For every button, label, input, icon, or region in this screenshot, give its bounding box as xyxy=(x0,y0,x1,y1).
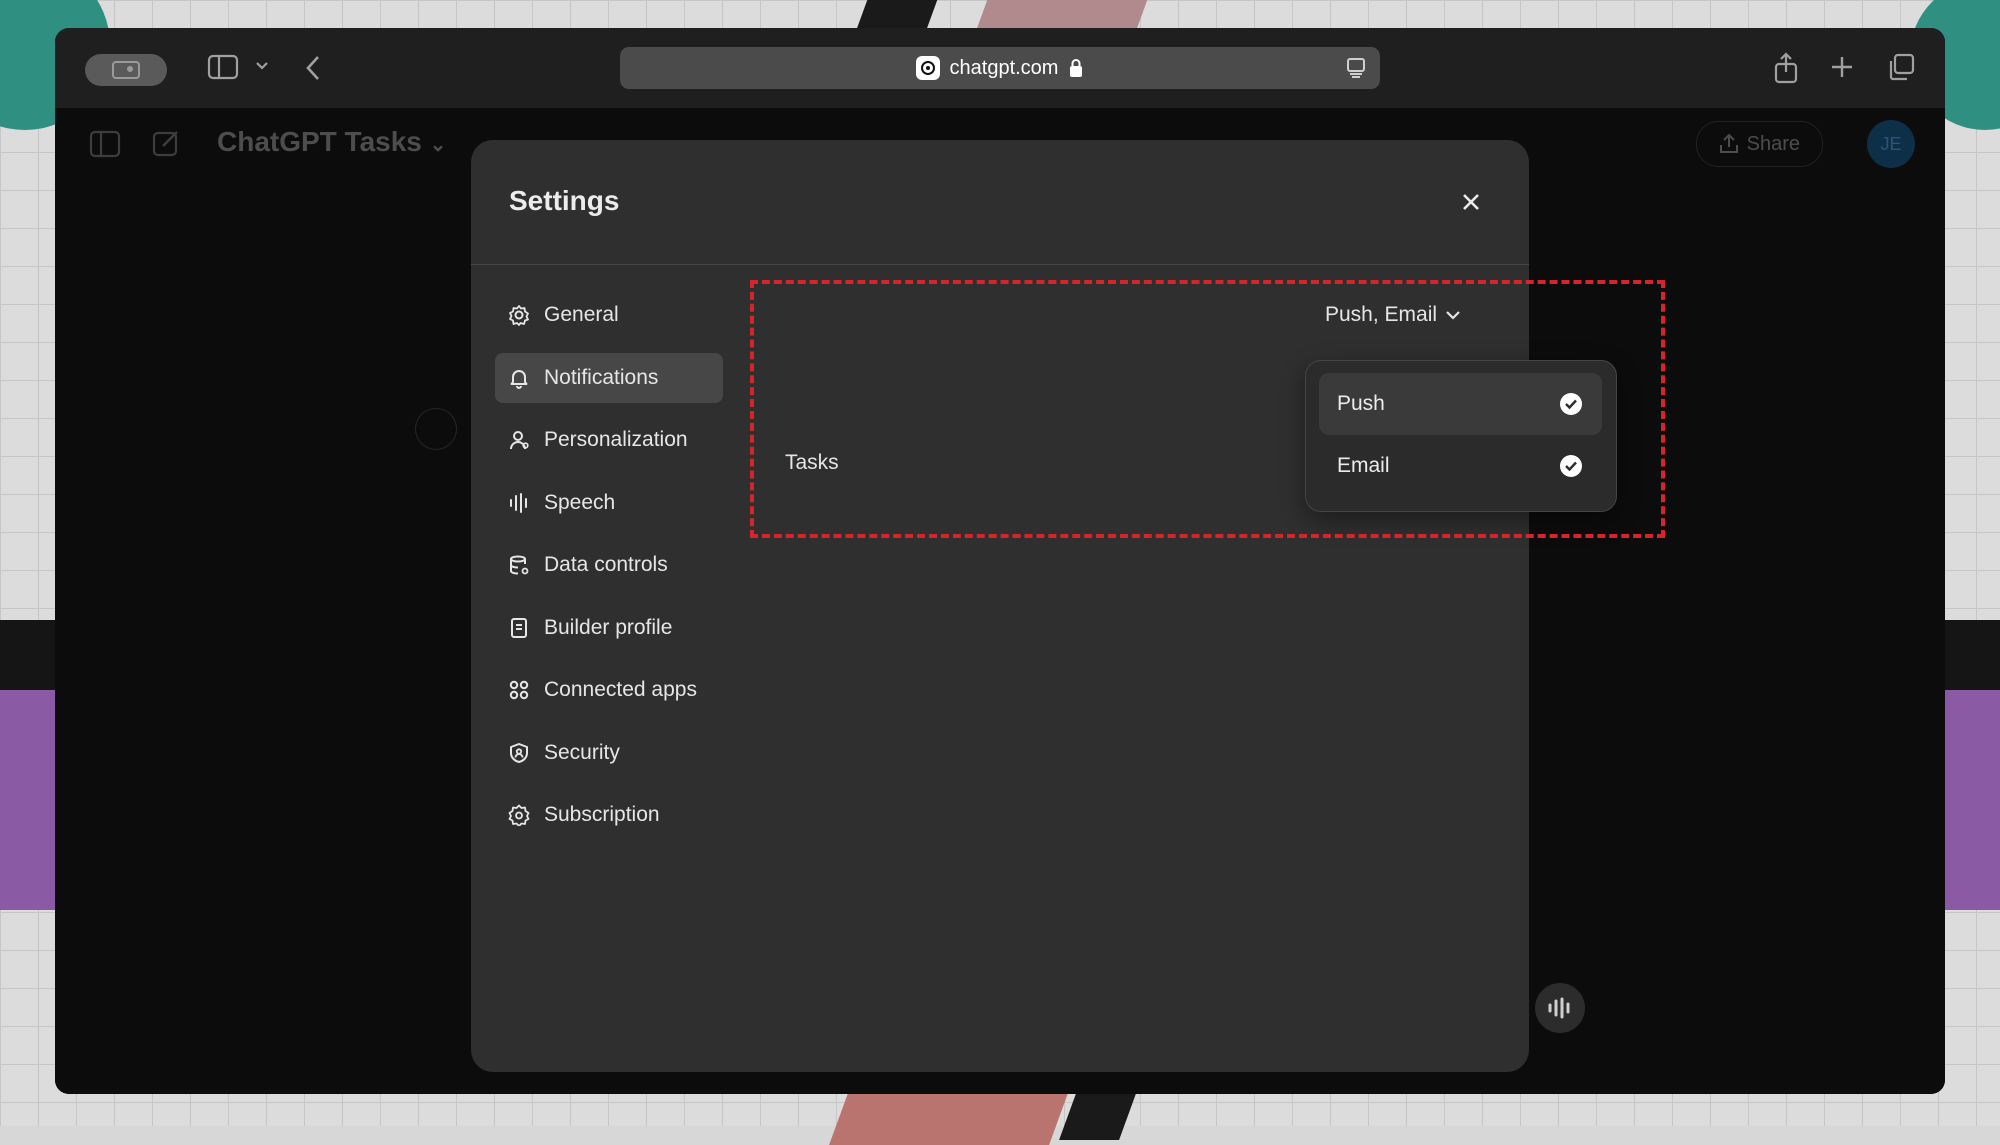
share-icon[interactable] xyxy=(1773,52,1799,84)
option-label: Email xyxy=(1337,454,1390,477)
option-email[interactable]: Email xyxy=(1319,435,1602,497)
sidebar-item-label: Speech xyxy=(544,490,616,514)
purple-shape xyxy=(1940,690,2000,910)
close-button[interactable] xyxy=(1453,184,1489,220)
waveform-icon xyxy=(510,492,527,513)
tasks-label: Tasks xyxy=(785,451,839,474)
waveform-icon xyxy=(1548,997,1570,1019)
dark-band xyxy=(1940,620,2000,690)
grid-icon xyxy=(509,680,529,700)
tabs-overview-icon[interactable] xyxy=(1887,53,1915,81)
sidebar-item-label: Data controls xyxy=(544,553,668,576)
sidebar-item-label: Personalization xyxy=(544,428,688,451)
new-chat-icon[interactable] xyxy=(151,128,181,158)
sidebar-item-connected-apps[interactable]: Connected apps xyxy=(495,665,723,715)
profile-icon xyxy=(112,61,140,79)
settings-modal: Settings General Notifications Personali… xyxy=(471,140,1529,1072)
sidebar-item-label: General xyxy=(544,303,619,326)
database-icon xyxy=(510,555,529,575)
page-share-button[interactable]: Share xyxy=(1695,121,1823,167)
option-label: Push xyxy=(1337,392,1385,415)
badge-icon xyxy=(508,804,530,826)
gear-icon xyxy=(509,305,529,326)
lock-icon xyxy=(1070,59,1083,77)
person-icon xyxy=(510,431,529,450)
sidebar-item-label: Notifications xyxy=(544,365,659,389)
voice-mode-button[interactable] xyxy=(1535,983,1585,1033)
sidebar-item-label: Builder profile xyxy=(544,615,673,639)
sidebar-toggle-icon[interactable] xyxy=(207,54,239,80)
settings-sidebar: General Notifications Personalization Sp… xyxy=(495,290,723,853)
profile-button[interactable] xyxy=(85,54,167,86)
bell-icon xyxy=(510,369,528,389)
checkmark-icon xyxy=(1560,455,1582,477)
sidebar-item-label: Security xyxy=(544,740,620,764)
checkmark-icon xyxy=(1560,393,1582,415)
sidebar-item-speech[interactable]: Speech xyxy=(495,478,723,528)
sidebar-item-label: Connected apps xyxy=(544,678,697,701)
pink-shape xyxy=(829,1085,1071,1145)
avatar[interactable]: JE xyxy=(1867,120,1915,168)
new-tab-icon[interactable] xyxy=(1829,54,1855,80)
chevron-down-icon[interactable] xyxy=(255,60,269,72)
id-card-icon xyxy=(511,617,527,638)
url-text: chatgpt.com xyxy=(949,56,1059,79)
address-bar[interactable]: chatgpt.com xyxy=(620,47,1380,89)
sidebar-item-personalization[interactable]: Personalization xyxy=(495,415,723,465)
browser-toolbar: chatgpt.com xyxy=(55,28,1945,108)
tasks-select-value: Push, Email xyxy=(1325,303,1438,326)
sidebar-item-label: Subscription xyxy=(544,803,660,826)
dark-band xyxy=(0,620,60,690)
upload-icon xyxy=(1719,133,1738,153)
sidebar-item-notifications[interactable]: Notifications xyxy=(495,352,723,403)
close-icon xyxy=(1463,194,1479,210)
tasks-dropdown-menu: Push Email xyxy=(1305,360,1617,512)
sidebar-item-builder-profile[interactable]: Builder profile xyxy=(495,603,723,653)
sidebar-item-data-controls[interactable]: Data controls xyxy=(495,540,723,590)
option-push[interactable]: Push xyxy=(1319,373,1602,435)
shield-icon xyxy=(510,742,528,763)
reader-icon[interactable] xyxy=(1346,57,1366,85)
chatgpt-logo-icon xyxy=(415,408,457,450)
tasks-notification-select[interactable]: Push, Email xyxy=(1325,303,1461,327)
page-title[interactable]: ChatGPT Tasks ⌄ xyxy=(217,126,446,158)
modal-title: Settings xyxy=(509,185,620,216)
chevron-down-icon xyxy=(1446,311,1460,320)
sidebar-item-general[interactable]: General xyxy=(495,290,723,340)
sidebar-icon[interactable] xyxy=(89,130,121,158)
openai-logo-icon xyxy=(915,56,940,80)
sidebar-item-subscription[interactable]: Subscription xyxy=(495,790,723,840)
back-icon[interactable] xyxy=(305,54,321,82)
modal-header: Settings xyxy=(471,140,1529,265)
purple-shape xyxy=(0,690,60,910)
sidebar-item-security[interactable]: Security xyxy=(495,728,723,778)
